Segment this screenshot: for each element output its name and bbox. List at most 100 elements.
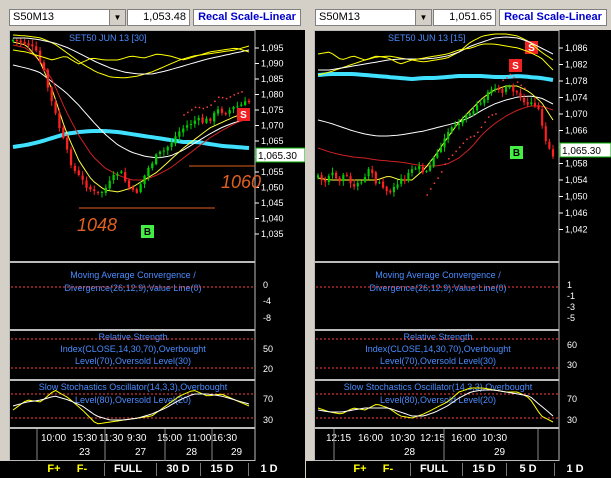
current-price-tag-text: 1,065.30 — [258, 151, 297, 162]
macd-title: Divergence(26,12,9),Value Line(0) — [65, 283, 202, 293]
candle-body — [42, 62, 46, 70]
candle-body — [512, 85, 515, 92]
macd-tick-label: 0 — [263, 280, 268, 290]
time-axis-label: 12:15 — [326, 433, 351, 444]
candle-body — [385, 186, 388, 192]
candle-body — [93, 189, 96, 191]
left-full-button[interactable]: FULL — [108, 461, 148, 478]
candle-body — [497, 88, 500, 90]
candle-body — [247, 100, 251, 103]
right-symbol-select[interactable]: S50M13 ▼ — [315, 9, 432, 26]
time-axis-label: 16:00 — [451, 433, 476, 444]
candle-body — [457, 123, 461, 126]
right-15d-button[interactable]: 15 D — [466, 461, 502, 478]
candle-body — [504, 87, 508, 93]
right-full-button[interactable]: FULL — [414, 461, 454, 478]
candle-body — [353, 184, 356, 187]
right-zoom-out-button[interactable]: F- — [378, 461, 398, 478]
left-chart-area[interactable]: SET50 JUN 13 [30] 1,095 1,090 1,085 1,080 1,0… — [9, 30, 306, 461]
y-tick-label: 1,058 — [565, 159, 588, 169]
left-recal-scale-button[interactable]: Recal Scale-Linear — [193, 9, 301, 26]
y-tick-label: 1,055 — [261, 167, 284, 177]
candle-body — [436, 152, 439, 158]
stoch-tick-label: 30 — [567, 415, 577, 425]
left-15d-button[interactable]: 15 D — [204, 461, 240, 478]
right-1d-button[interactable]: 1 D — [560, 461, 590, 478]
sar-dot — [202, 107, 205, 110]
sar-dot — [502, 79, 504, 82]
left-1d-button[interactable]: 1 D — [254, 461, 284, 478]
candle-body — [530, 102, 533, 105]
sar-dot — [477, 131, 479, 134]
sar-dot — [221, 96, 224, 99]
sar-dot — [473, 135, 475, 137]
candle-body — [501, 89, 504, 93]
candle-body — [77, 170, 80, 175]
time-axis-label: 10:30 — [390, 433, 415, 444]
candle-body — [374, 172, 377, 184]
candle-body — [100, 192, 104, 194]
candle-body — [508, 86, 511, 88]
candle-body — [454, 124, 457, 127]
candle-body — [23, 41, 26, 44]
candle-body — [345, 174, 348, 176]
candle-body — [182, 128, 185, 133]
sar-dot — [448, 158, 450, 160]
sar-dot — [487, 116, 490, 118]
right-recal-label: Recal Scale-Linear — [504, 11, 602, 23]
left-symbol-value: S50M13 — [13, 11, 54, 23]
rsi-title: Level(70),Oversold Level(30) — [380, 356, 496, 366]
left-30d-button[interactable]: 30 D — [160, 461, 196, 478]
candle-body — [236, 106, 239, 108]
candle-body — [551, 149, 555, 157]
candle-body — [108, 180, 111, 189]
candle-body — [479, 103, 482, 105]
candle-body — [483, 98, 486, 104]
sar-dot — [187, 111, 189, 114]
y-tick-label: 1,086 — [565, 43, 588, 53]
divider — [410, 463, 411, 476]
sar-dot — [233, 94, 236, 96]
right-chart-panel: S50M13 ▼ 1,051.65 Recal Scale-Linear SET5… — [306, 0, 611, 478]
divider — [200, 463, 201, 476]
candle-body — [85, 180, 88, 188]
macd-tick-label: -3 — [567, 302, 575, 312]
time-axis-label: 9:30 — [127, 433, 147, 444]
candle-body — [66, 137, 69, 150]
candle-body — [189, 124, 193, 126]
candle-body — [139, 184, 142, 192]
candle-body — [519, 92, 522, 98]
right-chart-area[interactable]: SET50 JUN 13 [15] 1,086 1,082 1,078 1,074 1,0… — [314, 30, 611, 461]
candle-body — [349, 176, 352, 184]
candle-body — [131, 187, 135, 190]
right-5d-button[interactable]: 5 D — [510, 461, 546, 478]
macd-tick-label: 1 — [567, 280, 572, 290]
y-tick-label: 1,075 — [261, 105, 284, 115]
time-axis-label: 15:00 — [157, 433, 182, 444]
date-axis-label: 27 — [135, 447, 147, 458]
candle-body — [147, 167, 150, 177]
sar-dot — [433, 182, 436, 185]
chevron-down-icon[interactable]: ▼ — [109, 10, 125, 25]
sell-signal-label: S — [240, 110, 247, 121]
right-recal-scale-button[interactable]: Recal Scale-Linear — [499, 9, 607, 26]
right-last-price: 1,051.65 — [433, 9, 496, 26]
candle-body — [216, 109, 220, 114]
sar-dot — [524, 87, 526, 90]
time-axis-label: 10:00 — [41, 433, 66, 444]
rsi-title: Index(CLOSE,14,30,70),Overbought — [365, 344, 511, 354]
sar-dot — [437, 177, 439, 179]
candle-body — [50, 87, 53, 102]
sar-dot — [469, 136, 472, 138]
left-zoom-in-button[interactable]: F+ — [44, 461, 64, 478]
rsi-title: Relative Strength — [403, 332, 472, 342]
y-tick-label: 1,046 — [565, 208, 588, 218]
macd-tick-label: -5 — [567, 313, 575, 323]
left-symbol-select[interactable]: S50M13 ▼ — [9, 9, 126, 26]
right-zoom-in-button[interactable]: F+ — [350, 461, 370, 478]
chevron-down-icon[interactable]: ▼ — [415, 10, 431, 25]
candle-body — [124, 172, 127, 182]
candle-body — [166, 146, 169, 151]
left-zoom-out-button[interactable]: F- — [72, 461, 92, 478]
time-axis-label: 16:30 — [212, 433, 237, 444]
